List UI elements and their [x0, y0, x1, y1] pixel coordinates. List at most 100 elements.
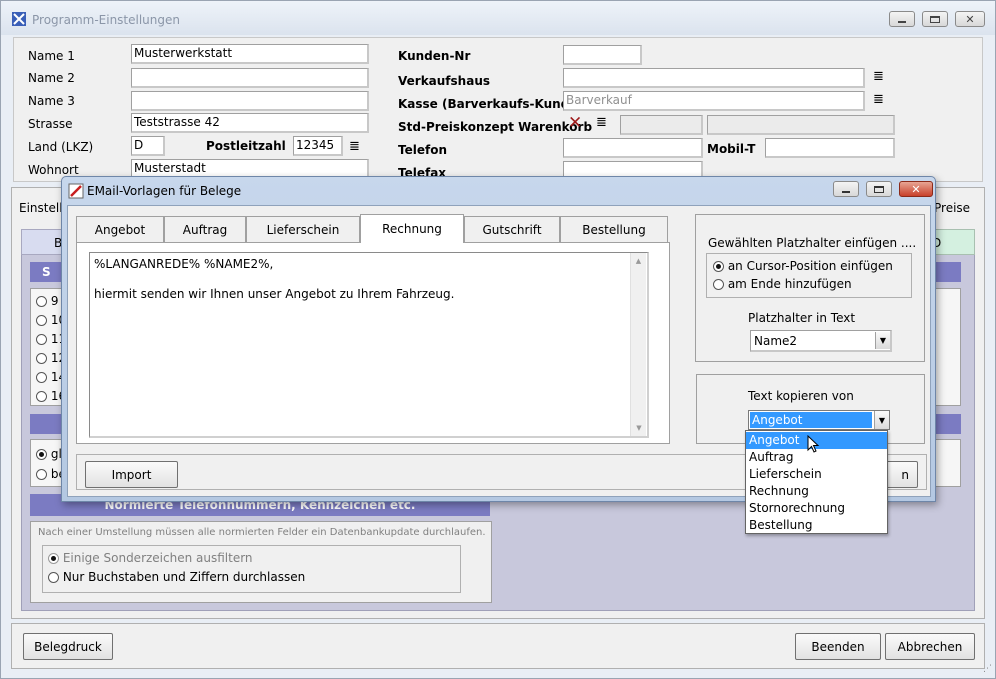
strasse-field[interactable]: Teststrasse 42 — [131, 113, 369, 133]
beenden-button[interactable]: Beenden — [795, 633, 881, 660]
radio-16[interactable] — [36, 391, 47, 402]
preiskonzept-field-2 — [707, 115, 895, 135]
land-field[interactable]: D — [131, 136, 165, 156]
list-item[interactable]: Lieferschein — [746, 466, 887, 483]
dialog-minimize-button[interactable] — [833, 181, 859, 197]
tab-gutschrift[interactable]: Gutschrift — [464, 216, 560, 242]
dialog-title: EMail-Vorlagen für Belege — [87, 184, 242, 198]
text-scrollbar[interactable]: ▲ ▼ — [630, 253, 646, 436]
name2-field[interactable] — [131, 68, 369, 88]
radio-sonderzeichen[interactable] — [48, 553, 59, 564]
kasse-list-icon[interactable]: ≣ — [873, 92, 884, 107]
radio-buchstaben-label: Nur Buchstaben und Ziffern durchlassen — [62, 570, 306, 584]
chevron-down-icon[interactable]: ▼ — [874, 411, 889, 429]
verkaufshaus-field[interactable] — [563, 68, 865, 88]
main-title: Programm-Einstellungen — [32, 13, 180, 27]
verkaufshaus-list-icon[interactable]: ≣ — [873, 69, 884, 84]
preiskonzept-list-icon[interactable]: ≣ — [596, 115, 607, 130]
clear-x-icon[interactable]: ✕ — [568, 113, 582, 133]
minimize-icon — [842, 191, 850, 193]
email-text-line1: %LANGANREDE% %NAME2%, — [94, 257, 274, 271]
close-button[interactable]: ✕ — [955, 11, 985, 27]
list-item[interactable]: Rechnung — [746, 483, 887, 500]
telefon-field[interactable] — [563, 138, 703, 158]
radio-12[interactable] — [36, 353, 47, 364]
name2-label: Name 2 — [28, 71, 75, 85]
scroll-up-arrow-icon[interactable]: ▲ — [631, 253, 646, 269]
dialog-maximize-button[interactable] — [866, 181, 892, 197]
placeholder-label: Platzhalter in Text — [748, 311, 856, 325]
tab-strip-right-piece: D — [931, 229, 975, 255]
main-titlebar: Programm-Einstellungen ✕ — [1, 1, 995, 35]
option-cursor-position[interactable]: an Cursor-Position einfügen — [713, 259, 893, 273]
dialog-close-button[interactable]: ✕ — [899, 181, 933, 197]
tab-preise-partial[interactable]: Preise — [934, 201, 970, 215]
radio-10[interactable] — [36, 315, 47, 326]
option-end[interactable]: am Ende hinzufügen — [713, 277, 852, 291]
maximize-icon — [930, 15, 940, 23]
tab-bestellung[interactable]: Bestellung — [560, 216, 668, 242]
radio-end[interactable] — [713, 279, 724, 290]
maximize-button[interactable] — [922, 11, 948, 27]
name1-field[interactable]: Musterwerkstatt — [131, 44, 369, 64]
resize-grip-icon[interactable]: ⋰ — [983, 664, 992, 674]
copy-text-select[interactable]: Angebot ▼ — [748, 410, 890, 430]
strasse-label: Strasse — [28, 117, 73, 131]
dialog-icon — [68, 183, 84, 199]
kundennr-label: Kunden-Nr — [398, 49, 471, 63]
copy-select-value: Angebot — [750, 412, 872, 428]
name1-label: Name 1 — [28, 49, 75, 63]
import-button[interactable]: Import — [85, 461, 178, 488]
option-end-label: am Ende hinzufügen — [727, 277, 852, 291]
scroll-down-arrow-icon[interactable]: ▼ — [631, 420, 647, 436]
kasse-field[interactable]: Barverkauf — [563, 91, 865, 111]
minimize-icon — [898, 21, 906, 23]
radio-buchstaben[interactable] — [48, 572, 59, 583]
placeholder-select[interactable]: Name2 ▼ — [750, 330, 892, 352]
plz-list-icon[interactable]: ≣ — [349, 139, 360, 154]
telefon-label: Telefon — [398, 143, 447, 157]
tab-auftrag[interactable]: Auftrag — [164, 216, 246, 242]
option-cursor-label: an Cursor-Position einfügen — [727, 259, 893, 273]
name3-field[interactable] — [131, 91, 369, 111]
tab-strip-left-piece: B — [21, 229, 65, 255]
list-item[interactable]: Stornorechnung — [746, 500, 887, 517]
radio-9-label: 9 — [50, 294, 59, 308]
minimize-button[interactable] — [889, 11, 915, 27]
normierte-option-2[interactable]: Nur Buchstaben und Ziffern durchlassen — [48, 570, 305, 584]
radio-be[interactable] — [36, 469, 47, 480]
plz-label: Postleitzahl — [206, 139, 286, 153]
kundennr-field[interactable] — [563, 45, 642, 65]
belegdruck-button[interactable]: Belegdruck — [23, 633, 113, 660]
normierte-option-1[interactable]: Einige Sonderzeichen ausfiltern — [48, 551, 253, 565]
radio-11[interactable] — [36, 334, 47, 345]
insert-placeholder-title: Gewählten Platzhalter einfügen .... — [708, 236, 917, 250]
preiskonzept-label: Std-Preiskonzept Warenkorb — [398, 120, 593, 134]
radio-14[interactable] — [36, 372, 47, 383]
tab-rechnung[interactable]: Rechnung — [360, 214, 464, 243]
land-label: Land (LKZ) — [28, 140, 94, 154]
mobil-field[interactable] — [765, 138, 895, 158]
tab-angebot[interactable]: Angebot — [76, 216, 164, 242]
abbrechen-button[interactable]: Abbrechen — [885, 633, 975, 660]
email-text-area[interactable]: %LANGANREDE% %NAME2%, hiermit senden wir… — [89, 252, 649, 438]
close-icon: ✕ — [965, 12, 975, 26]
wohnort-label: Wohnort — [28, 163, 79, 177]
list-item[interactable]: Bestellung — [746, 517, 887, 534]
radio-gl[interactable] — [36, 449, 47, 460]
radio-sonderzeichen-label: Einige Sonderzeichen ausfiltern — [62, 551, 253, 565]
verkaufshaus-label: Verkaufshaus — [398, 74, 490, 88]
mouse-cursor-icon — [807, 434, 821, 455]
tab-lieferschein[interactable]: Lieferschein — [246, 216, 360, 242]
close-icon: ✕ — [911, 182, 921, 196]
plz-field[interactable]: 12345 — [293, 136, 343, 156]
radio-cursor[interactable] — [713, 261, 724, 272]
email-text-line2: hiermit senden wir Ihnen unser Angebot z… — [94, 287, 455, 301]
copy-text-title: Text kopieren von — [748, 389, 854, 403]
chevron-down-icon[interactable]: ▼ — [875, 332, 890, 349]
app-icon — [11, 11, 27, 27]
radio-9[interactable] — [36, 296, 47, 307]
mobil-label: Mobil-T — [707, 142, 756, 156]
kasse-label: Kasse (Barverkaufs-Kunde) — [398, 97, 583, 111]
tab-einstellungen-partial[interactable]: Einstell — [19, 201, 63, 215]
